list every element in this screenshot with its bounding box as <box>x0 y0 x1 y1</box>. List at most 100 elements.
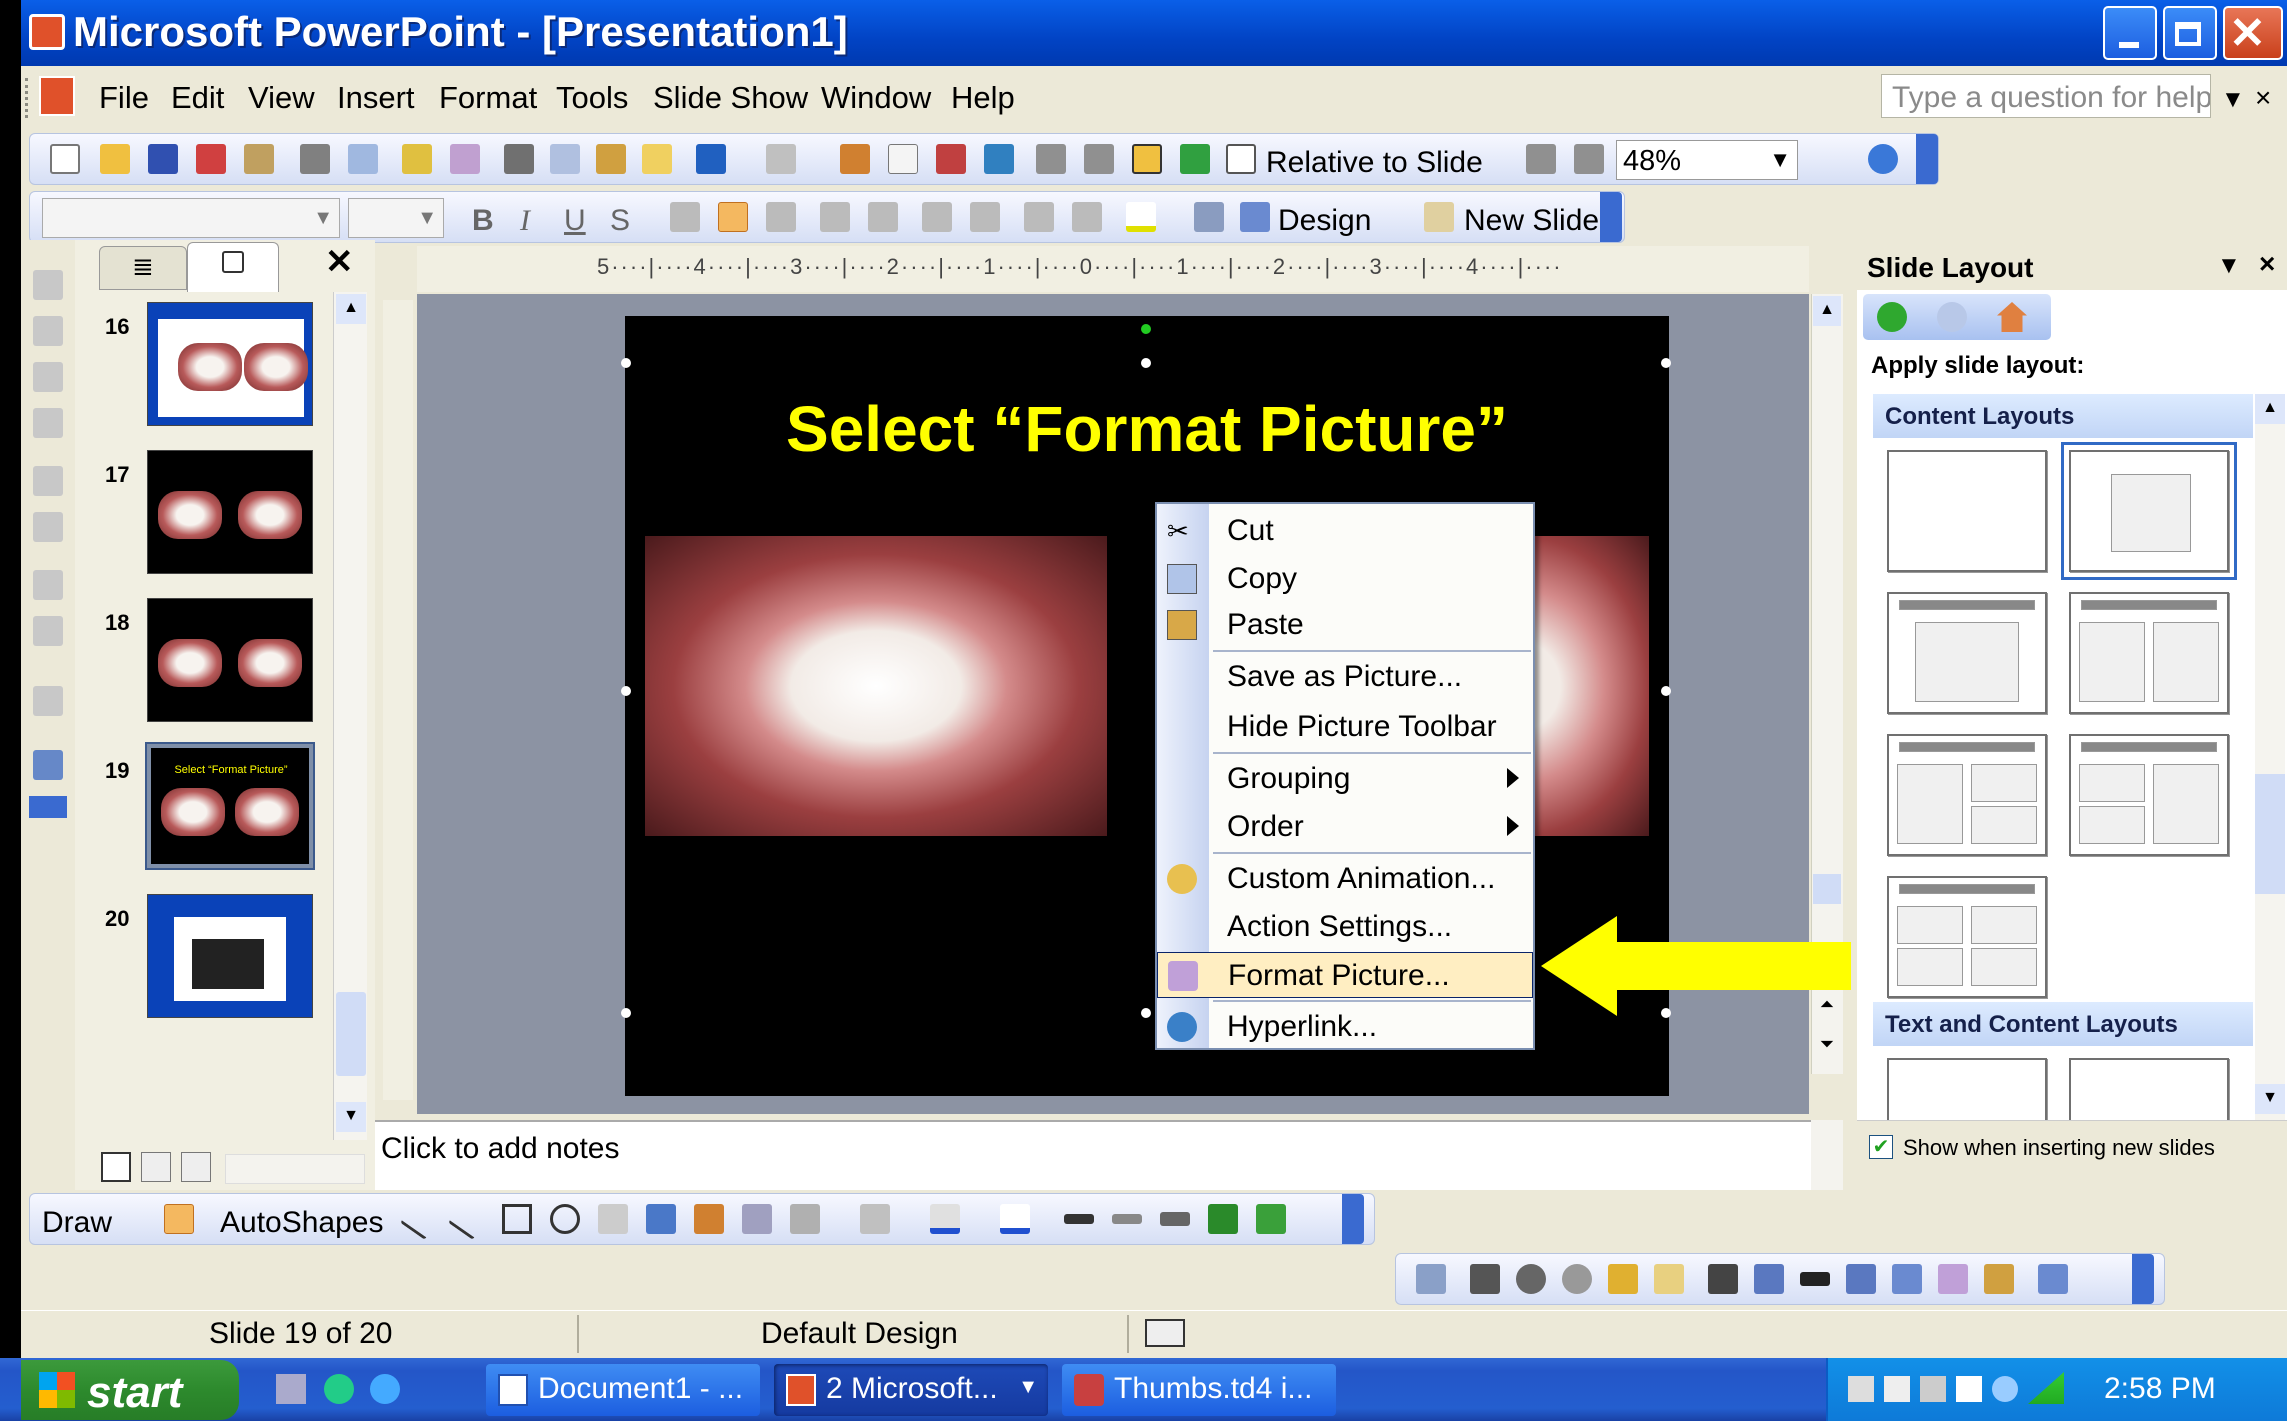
slide-thumbnail-17[interactable] <box>147 450 313 574</box>
menu-help[interactable]: Help <box>951 80 1015 116</box>
rotate-icon[interactable] <box>1754 1264 1784 1294</box>
taskbar-item-document1[interactable]: Document1 - ... <box>486 1364 760 1416</box>
menu-item-action-settings[interactable]: Action Settings... <box>1157 904 1533 950</box>
quicklaunch-icon[interactable] <box>324 1374 354 1404</box>
menu-file[interactable]: File <box>99 80 149 116</box>
show-formatting-icon[interactable] <box>33 750 63 780</box>
show-formatting-icon[interactable] <box>1084 144 1114 174</box>
slide-thumbnail-20[interactable] <box>147 894 313 1018</box>
minimize-button[interactable] <box>2103 6 2157 60</box>
more-brightness-icon[interactable] <box>1608 1264 1638 1294</box>
next-slide-icon[interactable]: ⏷ <box>1813 1034 1841 1064</box>
oval-icon[interactable] <box>550 1204 580 1234</box>
network-signal-icon[interactable] <box>2028 1372 2064 1404</box>
selection-handle[interactable] <box>1661 358 1671 368</box>
layout-content[interactable] <box>2061 442 2237 580</box>
menu-item-grouping[interactable]: Grouping <box>1157 756 1533 802</box>
underline-button[interactable]: U <box>564 204 586 238</box>
shadow-style-icon[interactable] <box>1208 1204 1238 1234</box>
insert-picture-icon[interactable] <box>1416 1264 1446 1294</box>
decrease-indent-icon[interactable] <box>1024 202 1054 232</box>
menu-item-hide-picture-toolbar[interactable]: Hide Picture Toolbar <box>1157 704 1533 750</box>
menu-item-format-picture[interactable]: Format Picture... <box>1157 952 1533 998</box>
color-grayscale-icon[interactable] <box>1180 144 1210 174</box>
toolbar-options-icon[interactable] <box>2132 1254 2154 1304</box>
menu-slide-show[interactable]: Slide Show <box>653 80 808 116</box>
back-icon[interactable] <box>1877 302 1907 332</box>
toolbar-options-icon[interactable] <box>29 796 67 818</box>
scroll-thumb[interactable] <box>2255 774 2285 894</box>
zoom-dropdown-icon[interactable]: ▼ <box>1769 147 1791 173</box>
tray-icon[interactable] <box>1920 1376 1946 1402</box>
slide-title[interactable]: Select “Format Picture” <box>625 392 1669 466</box>
textbox-icon[interactable] <box>598 1204 628 1234</box>
promote-icon[interactable] <box>33 270 63 300</box>
scroll-up-icon[interactable]: ▲ <box>1813 296 1841 326</box>
selection-handle[interactable] <box>621 686 631 696</box>
print-preview-icon[interactable] <box>348 144 378 174</box>
line-style-icon[interactable] <box>1800 1272 1830 1286</box>
slide-show-view-button[interactable] <box>181 1152 211 1182</box>
insert-chart-icon[interactable] <box>840 144 870 174</box>
notes-scrollbar[interactable] <box>1811 1120 1843 1190</box>
scroll-up-icon[interactable]: ▲ <box>2255 394 2285 424</box>
slide-thumbnail-19[interactable]: Select “Format Picture” <box>145 742 315 870</box>
draw-menu-button[interactable]: Draw <box>42 1206 112 1240</box>
shadow-button[interactable]: S <box>610 204 630 238</box>
layout-scrollbar[interactable]: ▲ ▼ <box>2255 394 2285 1120</box>
selection-handle[interactable] <box>1141 1008 1151 1018</box>
restore-button[interactable] <box>2163 6 2217 60</box>
fill-color-icon[interactable] <box>860 1204 890 1234</box>
demote-icon[interactable] <box>33 316 63 346</box>
compress-pictures-icon[interactable] <box>1846 1264 1876 1294</box>
zoom-box[interactable]: 48% ▼ <box>1616 140 1798 180</box>
arrow-style-icon[interactable] <box>1160 1212 1190 1226</box>
increase-font-icon[interactable] <box>922 202 952 232</box>
menu-edit[interactable]: Edit <box>171 80 224 116</box>
line-icon[interactable] <box>400 1198 442 1240</box>
tab-outline[interactable]: ≣ <box>99 246 187 290</box>
dash-style-icon[interactable] <box>1112 1214 1142 1224</box>
select-objects-icon[interactable] <box>164 1204 194 1234</box>
move-up-icon[interactable] <box>33 362 63 392</box>
help-icon[interactable] <box>1868 144 1898 174</box>
document-icon[interactable] <box>39 76 75 116</box>
relative-to-slide-button[interactable]: Relative to Slide <box>1266 146 1483 180</box>
powerpoint-app-icon[interactable] <box>29 14 65 50</box>
font-color-icon[interactable] <box>1000 1204 1030 1234</box>
slide-sorter-view-button[interactable] <box>141 1152 171 1182</box>
title-bar[interactable]: Microsoft PowerPoint - [Presentation1] ✕ <box>21 0 2287 66</box>
new-slide-button[interactable]: New Slide <box>1464 204 1599 238</box>
taskbar-item-thumbs[interactable]: Thumbs.td4 i... <box>1062 1364 1336 1416</box>
tray-icon[interactable] <box>1884 1376 1910 1402</box>
tray-icon[interactable] <box>1992 1376 2018 1402</box>
permission-icon[interactable] <box>196 144 226 174</box>
center-icon[interactable] <box>718 202 748 232</box>
align-right-icon[interactable] <box>766 202 796 232</box>
tray-icon[interactable] <box>1956 1376 1982 1402</box>
arrow-icon[interactable] <box>448 1198 490 1240</box>
crop-icon[interactable] <box>1708 1264 1738 1294</box>
more-contrast-icon[interactable] <box>1516 1264 1546 1294</box>
menu-item-save-as-picture[interactable]: Save as Picture... <box>1157 654 1533 700</box>
summary-slide-icon[interactable] <box>33 686 63 716</box>
tables-borders-icon[interactable] <box>936 144 966 174</box>
spelling-status-icon[interactable] <box>1145 1319 1185 1347</box>
relative-to-slide-icon[interactable] <box>1226 144 1256 174</box>
menu-item-order[interactable]: Order <box>1157 804 1533 850</box>
start-button[interactable]: start <box>21 1360 239 1420</box>
font-name-dropdown[interactable]: ▼ <box>42 198 340 238</box>
bold-button[interactable]: B <box>472 204 494 238</box>
help-search-input[interactable]: Type a question for help <box>1881 74 2211 118</box>
taskbar-clock[interactable]: 2:58 PM <box>2104 1372 2216 1406</box>
recolor-icon[interactable] <box>1892 1264 1922 1294</box>
undo-icon[interactable] <box>696 144 726 174</box>
menu-format[interactable]: Format <box>439 80 537 116</box>
notes-pane[interactable]: Click to add notes <box>375 1120 1811 1190</box>
redo-icon[interactable] <box>766 144 796 174</box>
layout-title-two-content[interactable] <box>2069 592 2229 714</box>
insert-table-icon[interactable] <box>888 144 918 174</box>
vertical-ruler[interactable] <box>383 300 413 1100</box>
numbering-icon[interactable] <box>820 202 850 232</box>
scroll-up-icon[interactable]: ▲ <box>336 294 366 324</box>
